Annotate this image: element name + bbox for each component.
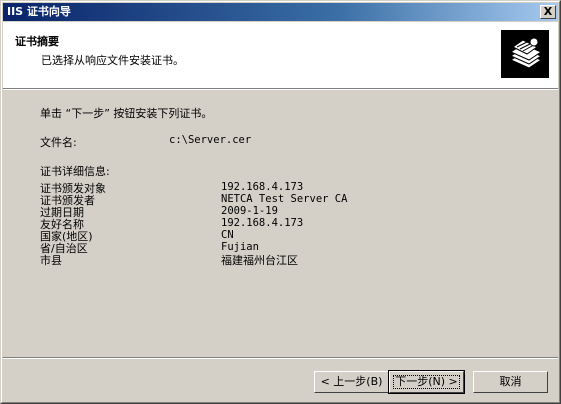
instruction-text: 单击 “下一步” 按钮安装下列证书。 (40, 107, 213, 120)
header-panel: 证书摘要 已选择从响应文件安装证书。 (3, 22, 558, 88)
detail-value: CN (221, 229, 234, 241)
detail-value: 192.168.4.173 (221, 181, 304, 193)
filename-value: c:\Server.cer (169, 134, 252, 146)
back-button[interactable]: < 上一步(B) (314, 371, 389, 393)
details-heading: 证书详细信息: (40, 165, 110, 178)
page-subtitle: 已选择从响应文件安装证书。 (41, 54, 184, 67)
page-title: 证书摘要 (15, 35, 59, 48)
wizard-window: IIS 证书向导 X 证书摘要 已选择从响应文件安装证书。 单击 “下一步” 按… (0, 0, 561, 404)
close-icon: X (543, 5, 553, 18)
cancel-button[interactable]: 取消 (473, 371, 548, 393)
detail-value: 192.168.4.173 (221, 217, 304, 229)
detail-value: 2009-1-19 (221, 205, 278, 217)
detail-label: 市县 (40, 254, 62, 267)
certificate-stack-icon (501, 30, 549, 78)
close-button[interactable]: X (540, 5, 556, 19)
filename-label: 文件名: (40, 136, 77, 149)
window-title: IIS 证书向导 (7, 5, 71, 18)
next-button[interactable]: 下一步(N) > (388, 370, 465, 394)
footer-separator (3, 357, 558, 359)
detail-value: NETCA Test Server CA (221, 193, 348, 205)
header-separator (3, 88, 558, 90)
title-bar[interactable]: IIS 证书向导 X (3, 3, 558, 21)
focus-rectangle (393, 375, 460, 389)
detail-value: 福建福州台江区 (221, 254, 298, 267)
